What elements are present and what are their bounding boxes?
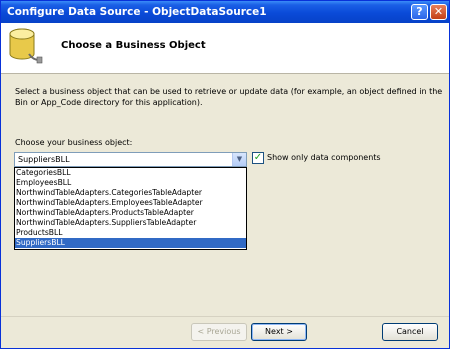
previous-button[interactable]: < Previous xyxy=(191,323,247,341)
next-button[interactable]: Next > xyxy=(251,323,307,341)
database-icon xyxy=(9,28,43,64)
cancel-button[interactable]: Cancel xyxy=(382,323,438,341)
business-object-label: Choose your business object: xyxy=(15,138,133,147)
dropdown-option[interactable]: NorthwindTableAdapters.SuppliersTableAda… xyxy=(15,218,246,228)
chevron-down-icon[interactable]: ▼ xyxy=(232,153,246,166)
dialog-window: Configure Data Source - ObjectDataSource… xyxy=(0,0,450,349)
show-only-data-components-label[interactable]: Show only data components xyxy=(267,153,381,162)
show-only-data-components-checkbox[interactable]: ✓ xyxy=(252,152,264,164)
dropdown-option[interactable]: ProductsBLL xyxy=(15,228,246,238)
help-button[interactable]: ? xyxy=(411,4,428,20)
footer-divider xyxy=(1,316,449,317)
business-object-selected-value: SuppliersBLL xyxy=(18,155,70,164)
checkmark-icon: ✓ xyxy=(253,152,263,163)
close-button[interactable]: ✕ xyxy=(430,4,447,20)
dropdown-option[interactable]: NorthwindTableAdapters.ProductsTableAdap… xyxy=(15,208,246,218)
dropdown-option[interactable]: EmployeesBLL xyxy=(15,178,246,188)
title-bar[interactable]: Configure Data Source - ObjectDataSource… xyxy=(1,1,449,23)
window-title: Configure Data Source - ObjectDataSource… xyxy=(7,6,267,18)
dropdown-option[interactable]: NorthwindTableAdapters.EmployeesTableAda… xyxy=(15,198,246,208)
page-title: Choose a Business Object xyxy=(61,40,206,51)
business-object-dropdown-list: CategoriesBLL EmployeesBLL NorthwindTabl… xyxy=(14,167,247,250)
dropdown-option[interactable]: CategoriesBLL xyxy=(15,168,246,178)
wizard-header: Choose a Business Object xyxy=(1,23,449,74)
business-object-combobox[interactable]: SuppliersBLL ▼ xyxy=(14,152,247,167)
dropdown-option-selected[interactable]: SuppliersBLL xyxy=(15,238,246,248)
dropdown-option[interactable]: NorthwindTableAdapters.CategoriesTableAd… xyxy=(15,188,246,198)
instructions-text: Select a business object that can be use… xyxy=(15,87,443,107)
